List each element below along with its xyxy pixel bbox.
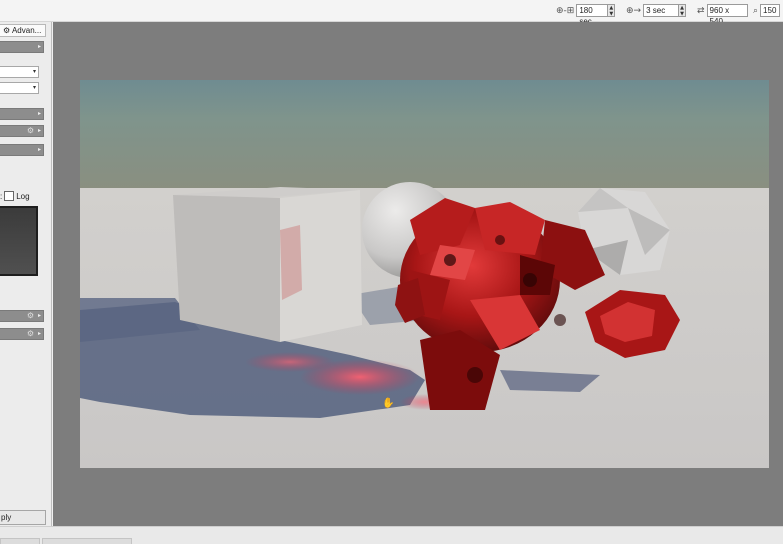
gear-icon[interactable]: ⚙ (27, 329, 34, 338)
settings-section-header-5[interactable]: ⚙ ▸ (0, 310, 44, 322)
refresh-interval-stepper[interactable]: ▲ ▼ (679, 4, 687, 17)
rendered-scene: ✋ (80, 80, 769, 468)
render-toolbar: ⊕-⊞ 180 sec ▲▼ ⊕→ 3 sec ▲▼ ⇄ 960 x 540 ⌕… (0, 0, 783, 26)
gear-icon[interactable]: ⚙ (27, 311, 34, 320)
settings-section-header-2[interactable]: ▸ (0, 108, 44, 120)
chevron-right-icon: ▸ (37, 127, 41, 134)
settings-dropdown-2[interactable]: ▾ (0, 82, 39, 94)
resolution-field[interactable]: 960 x 540 (706, 4, 748, 26)
settings-section-header-3[interactable]: ⚙ ▸ (0, 125, 44, 137)
status-tab-1[interactable] (0, 538, 40, 544)
render-viewport[interactable]: ✋ (53, 22, 783, 526)
log-colon: : (0, 191, 3, 201)
refresh-interval-icon: ⊕→ (626, 5, 642, 16)
refresh-interval-field[interactable]: 3 sec (643, 4, 680, 17)
settings-dropdown-1[interactable]: ▾ (0, 66, 39, 78)
zoom-group: ⌕ 150 (753, 3, 781, 18)
zoom-icon: ⌕ (753, 5, 759, 16)
refresh-interval-group: ⊕→ 3 sec ▲ ▼ (626, 3, 687, 18)
tab-advanced[interactable]: ⚙ Advan... (0, 24, 46, 37)
chevron-right-icon: ▸ (37, 146, 41, 153)
log-checkbox[interactable] (4, 191, 15, 201)
status-tab-2[interactable] (42, 538, 132, 544)
chevron-down-icon: ▾ (32, 68, 36, 75)
chevron-right-icon: ▸ (37, 43, 41, 50)
apply-button[interactable]: ply (0, 510, 46, 525)
time-limit-field[interactable]: 180 sec (576, 4, 609, 26)
gear-icon[interactable]: ⚙ (27, 126, 34, 135)
color-swatch[interactable] (0, 206, 38, 276)
time-limit-group: ⊕-⊞ 180 sec ▲▼ (556, 3, 616, 26)
chevron-down-icon: ▾ (32, 84, 36, 91)
settings-section-header-6[interactable]: ⚙ ▸ (0, 328, 44, 340)
rendered-scene-image: ✋ (80, 80, 769, 468)
resolution-group: ⇄ 960 x 540 (697, 3, 748, 26)
hand-cursor-icon: ✋ (382, 396, 394, 409)
log-label: Log (16, 191, 30, 201)
chevron-right-icon: ▸ (37, 330, 41, 337)
settings-section-header-1[interactable]: ▸ (0, 41, 44, 53)
settings-panel: ⚙ Advan... ▸ ▾ ▾ ▸ ⚙ ▸ ▸ : Log ⚙ ▸ ⚙ ▸ ply (0, 22, 52, 526)
time-limit-stepper[interactable]: ▲ ▼ (608, 4, 616, 17)
status-bar (0, 526, 783, 544)
settings-section-header-4[interactable]: ▸ (0, 144, 44, 156)
chevron-right-icon: ▸ (37, 312, 41, 319)
zoom-field[interactable]: 150 (760, 4, 781, 17)
chevron-right-icon: ▸ (37, 110, 41, 117)
time-limit-icon: ⊕-⊞ (556, 5, 575, 16)
swap-resolution-icon[interactable]: ⇄ (697, 6, 705, 16)
log-option: : Log (0, 190, 30, 202)
